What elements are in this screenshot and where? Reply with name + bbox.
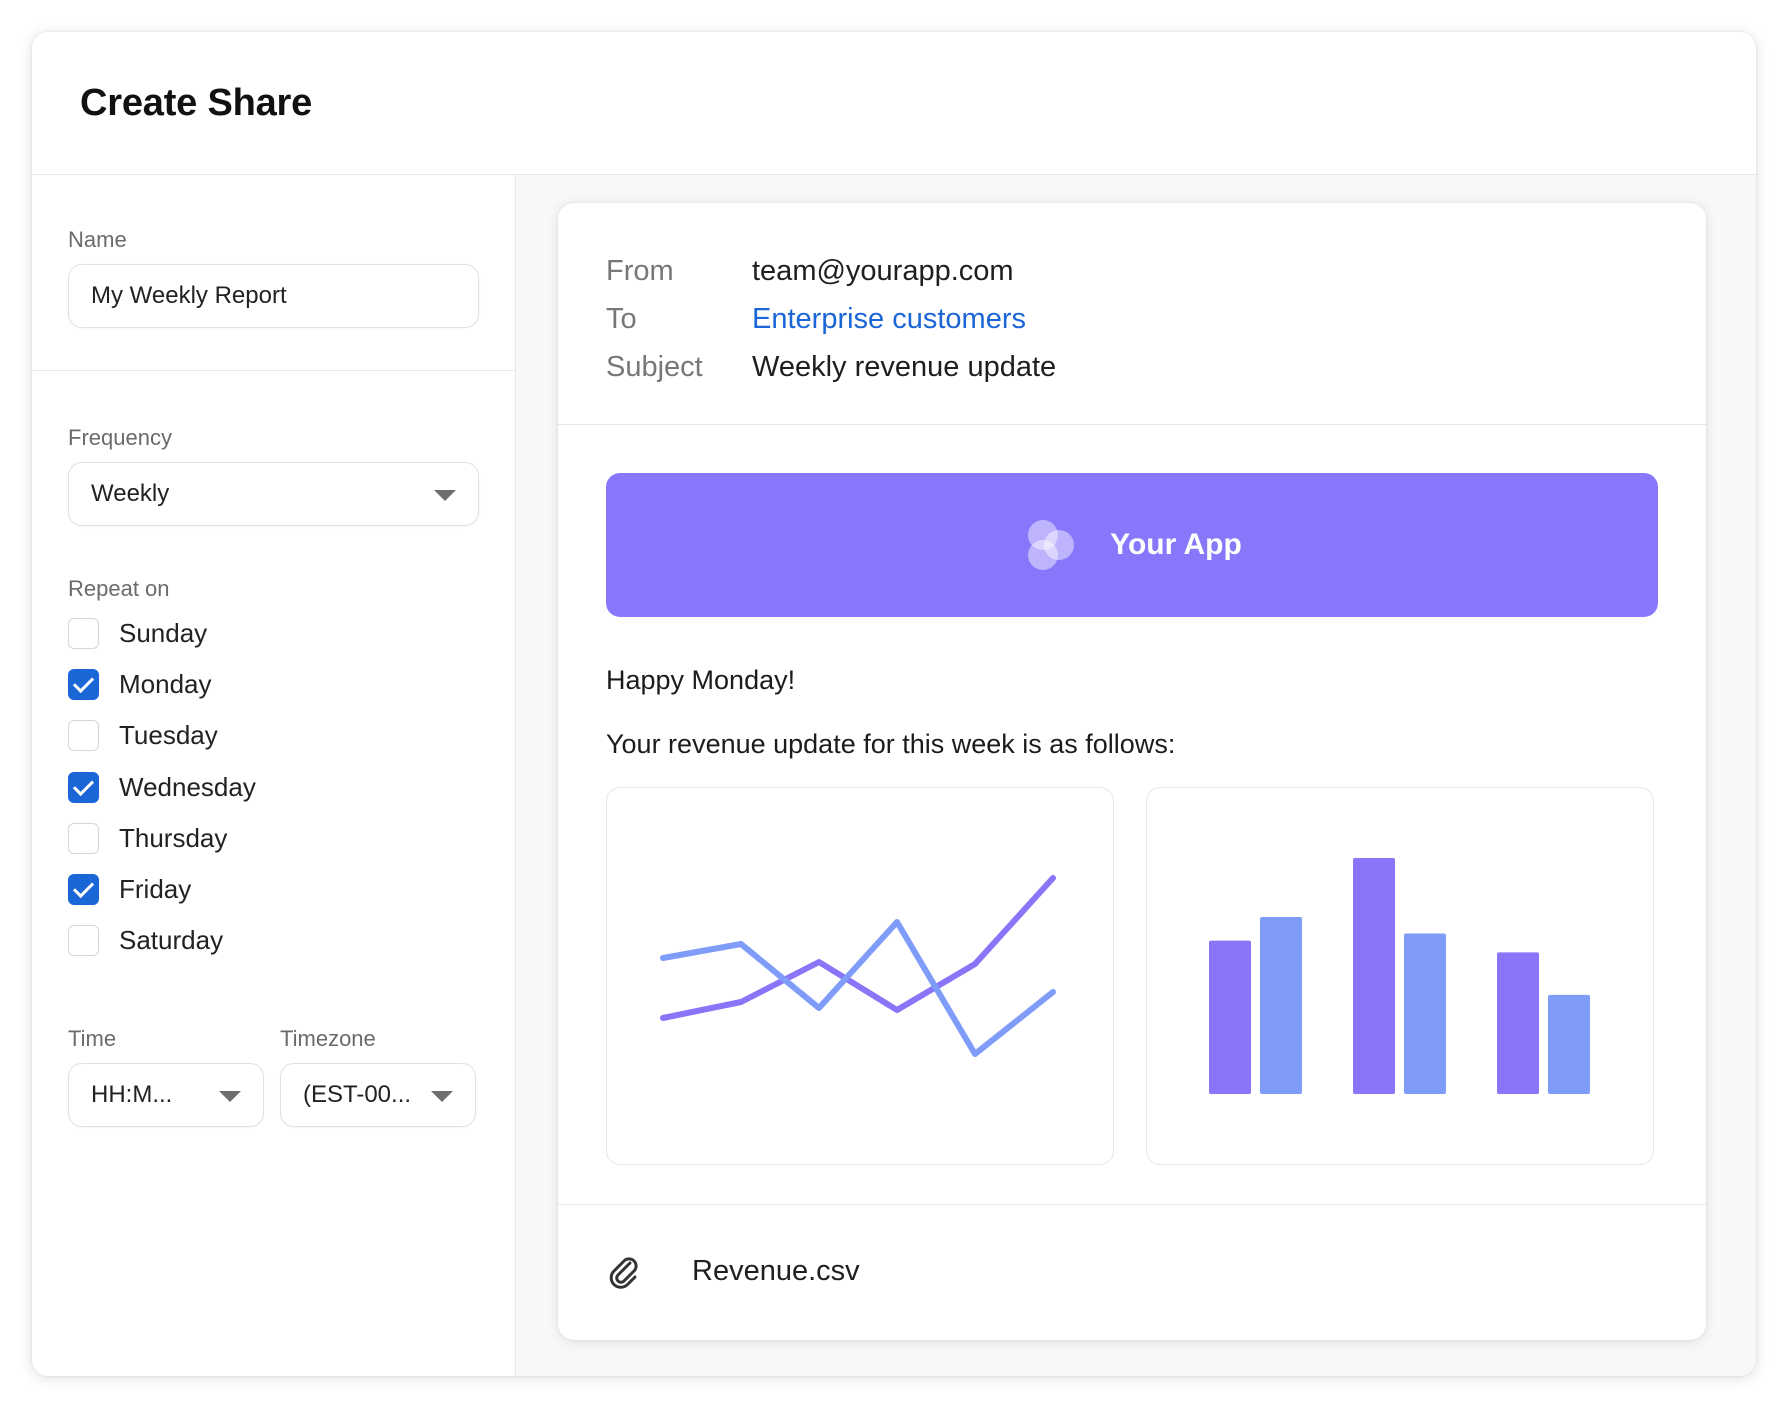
time-label: Time (68, 1026, 117, 1052)
name-input[interactable]: My Weekly Report (68, 264, 479, 328)
timezone-select[interactable]: (EST-00... (280, 1063, 476, 1128)
day-sunday[interactable]: Sunday (68, 608, 479, 659)
repeat-on-label: Repeat on (68, 576, 170, 601)
timezone-group: Timezone (EST-00... (280, 1026, 476, 1128)
email-body: Your App Happy Monday! Your revenue upda… (558, 425, 1706, 1205)
to-label: To (606, 302, 637, 335)
day-wednesday[interactable]: Wednesday (68, 762, 479, 813)
to-recipients-link[interactable]: Enterprise customers (752, 303, 1026, 336)
day-tuesday[interactable]: Tuesday (68, 710, 479, 761)
name-section: Name My Weekly Report (32, 175, 515, 371)
checkbox[interactable] (68, 874, 99, 906)
frequency-value: Weekly (91, 480, 170, 507)
frequency-label: Frequency (68, 425, 172, 450)
subject-label: Subject (606, 350, 703, 383)
subject-row: Subject Weekly revenue update (606, 343, 1658, 391)
day-label: Saturday (119, 925, 224, 956)
bar-chart (1209, 858, 1590, 1094)
preview-panel: From team@yourapp.com To Enterprise cust… (516, 175, 1756, 1376)
frequency-select[interactable]: Weekly (68, 462, 479, 526)
day-label: Tuesday (119, 720, 218, 751)
day-label: Wednesday (119, 771, 256, 802)
day-thursday[interactable]: Thursday (68, 813, 479, 864)
checkbox[interactable] (68, 925, 99, 957)
app-logo-icon (1028, 520, 1075, 570)
day-label: Friday (119, 874, 192, 905)
day-saturday[interactable]: Saturday (68, 915, 479, 966)
schedule-section: Frequency Weekly Repeat on Sunday Monday (32, 371, 515, 1128)
banner-app-name: Your App (1110, 528, 1242, 561)
chevron-down-icon (434, 490, 456, 501)
checkbox[interactable] (68, 669, 99, 701)
charts-row (606, 787, 1658, 1165)
checkbox[interactable] (68, 771, 99, 803)
day-label: Thursday (119, 822, 228, 853)
time-row: Time HH:M... Timezone (EST-00... (68, 1026, 479, 1128)
email-meta: From team@yourapp.com To Enterprise cust… (558, 203, 1706, 425)
create-share-dialog: Create Share Name My Weekly Report Frequ… (32, 32, 1756, 1376)
day-friday[interactable]: Friday (68, 864, 479, 915)
from-value: team@yourapp.com (752, 254, 1014, 287)
time-value: HH:M... (91, 1081, 173, 1109)
attachment-filename[interactable]: Revenue.csv (692, 1255, 860, 1288)
greeting-text: Happy Monday! (606, 665, 796, 695)
line-chart (660, 875, 1056, 1057)
bar-2-series-1 (1353, 858, 1395, 1094)
to-row: To Enterprise customers (606, 295, 1658, 343)
name-label: Name (68, 227, 127, 252)
bar-3-series-2 (1548, 994, 1590, 1094)
dialog-body: Name My Weekly Report Frequency Weekly R… (32, 175, 1756, 1376)
bar-3-series-1 (1497, 952, 1539, 1094)
timezone-value: (EST-00... (303, 1081, 412, 1109)
name-input-value: My Weekly Report (91, 282, 287, 309)
time-select[interactable]: HH:M... (68, 1063, 264, 1128)
checkbox[interactable] (68, 822, 99, 854)
time-group: Time HH:M... (68, 1026, 264, 1128)
from-label: From (606, 254, 674, 287)
from-row: From team@yourapp.com (606, 247, 1658, 295)
page-title: Create Share (80, 81, 313, 124)
checkbox[interactable] (68, 618, 99, 650)
timezone-label: Timezone (280, 1026, 376, 1052)
bar-1-series-1 (1209, 940, 1251, 1094)
app-banner: Your App (606, 473, 1658, 617)
day-label: Monday (119, 669, 212, 700)
email-preview: From team@yourapp.com To Enterprise cust… (558, 203, 1706, 1340)
subject-value: Weekly revenue update (752, 350, 1057, 383)
bar-chart-card (1146, 787, 1654, 1165)
settings-panel: Name My Weekly Report Frequency Weekly R… (32, 175, 516, 1376)
line-chart-card (606, 787, 1114, 1165)
chevron-down-icon (219, 1091, 241, 1103)
chevron-down-icon (431, 1091, 453, 1103)
attachment-row[interactable]: Revenue.csv (558, 1205, 1706, 1338)
day-label: Sunday (119, 618, 208, 649)
dialog-header: Create Share (32, 32, 1756, 175)
days-list: Sunday Monday Tuesday Wednesday Thursday… (68, 608, 479, 966)
paperclip-icon (609, 1256, 638, 1289)
intro-text: Your revenue update for this week is as … (606, 729, 1176, 759)
bar-1-series-2 (1260, 917, 1302, 1094)
checkbox[interactable] (68, 720, 99, 752)
day-monday[interactable]: Monday (68, 659, 479, 710)
bar-2-series-2 (1404, 933, 1446, 1094)
